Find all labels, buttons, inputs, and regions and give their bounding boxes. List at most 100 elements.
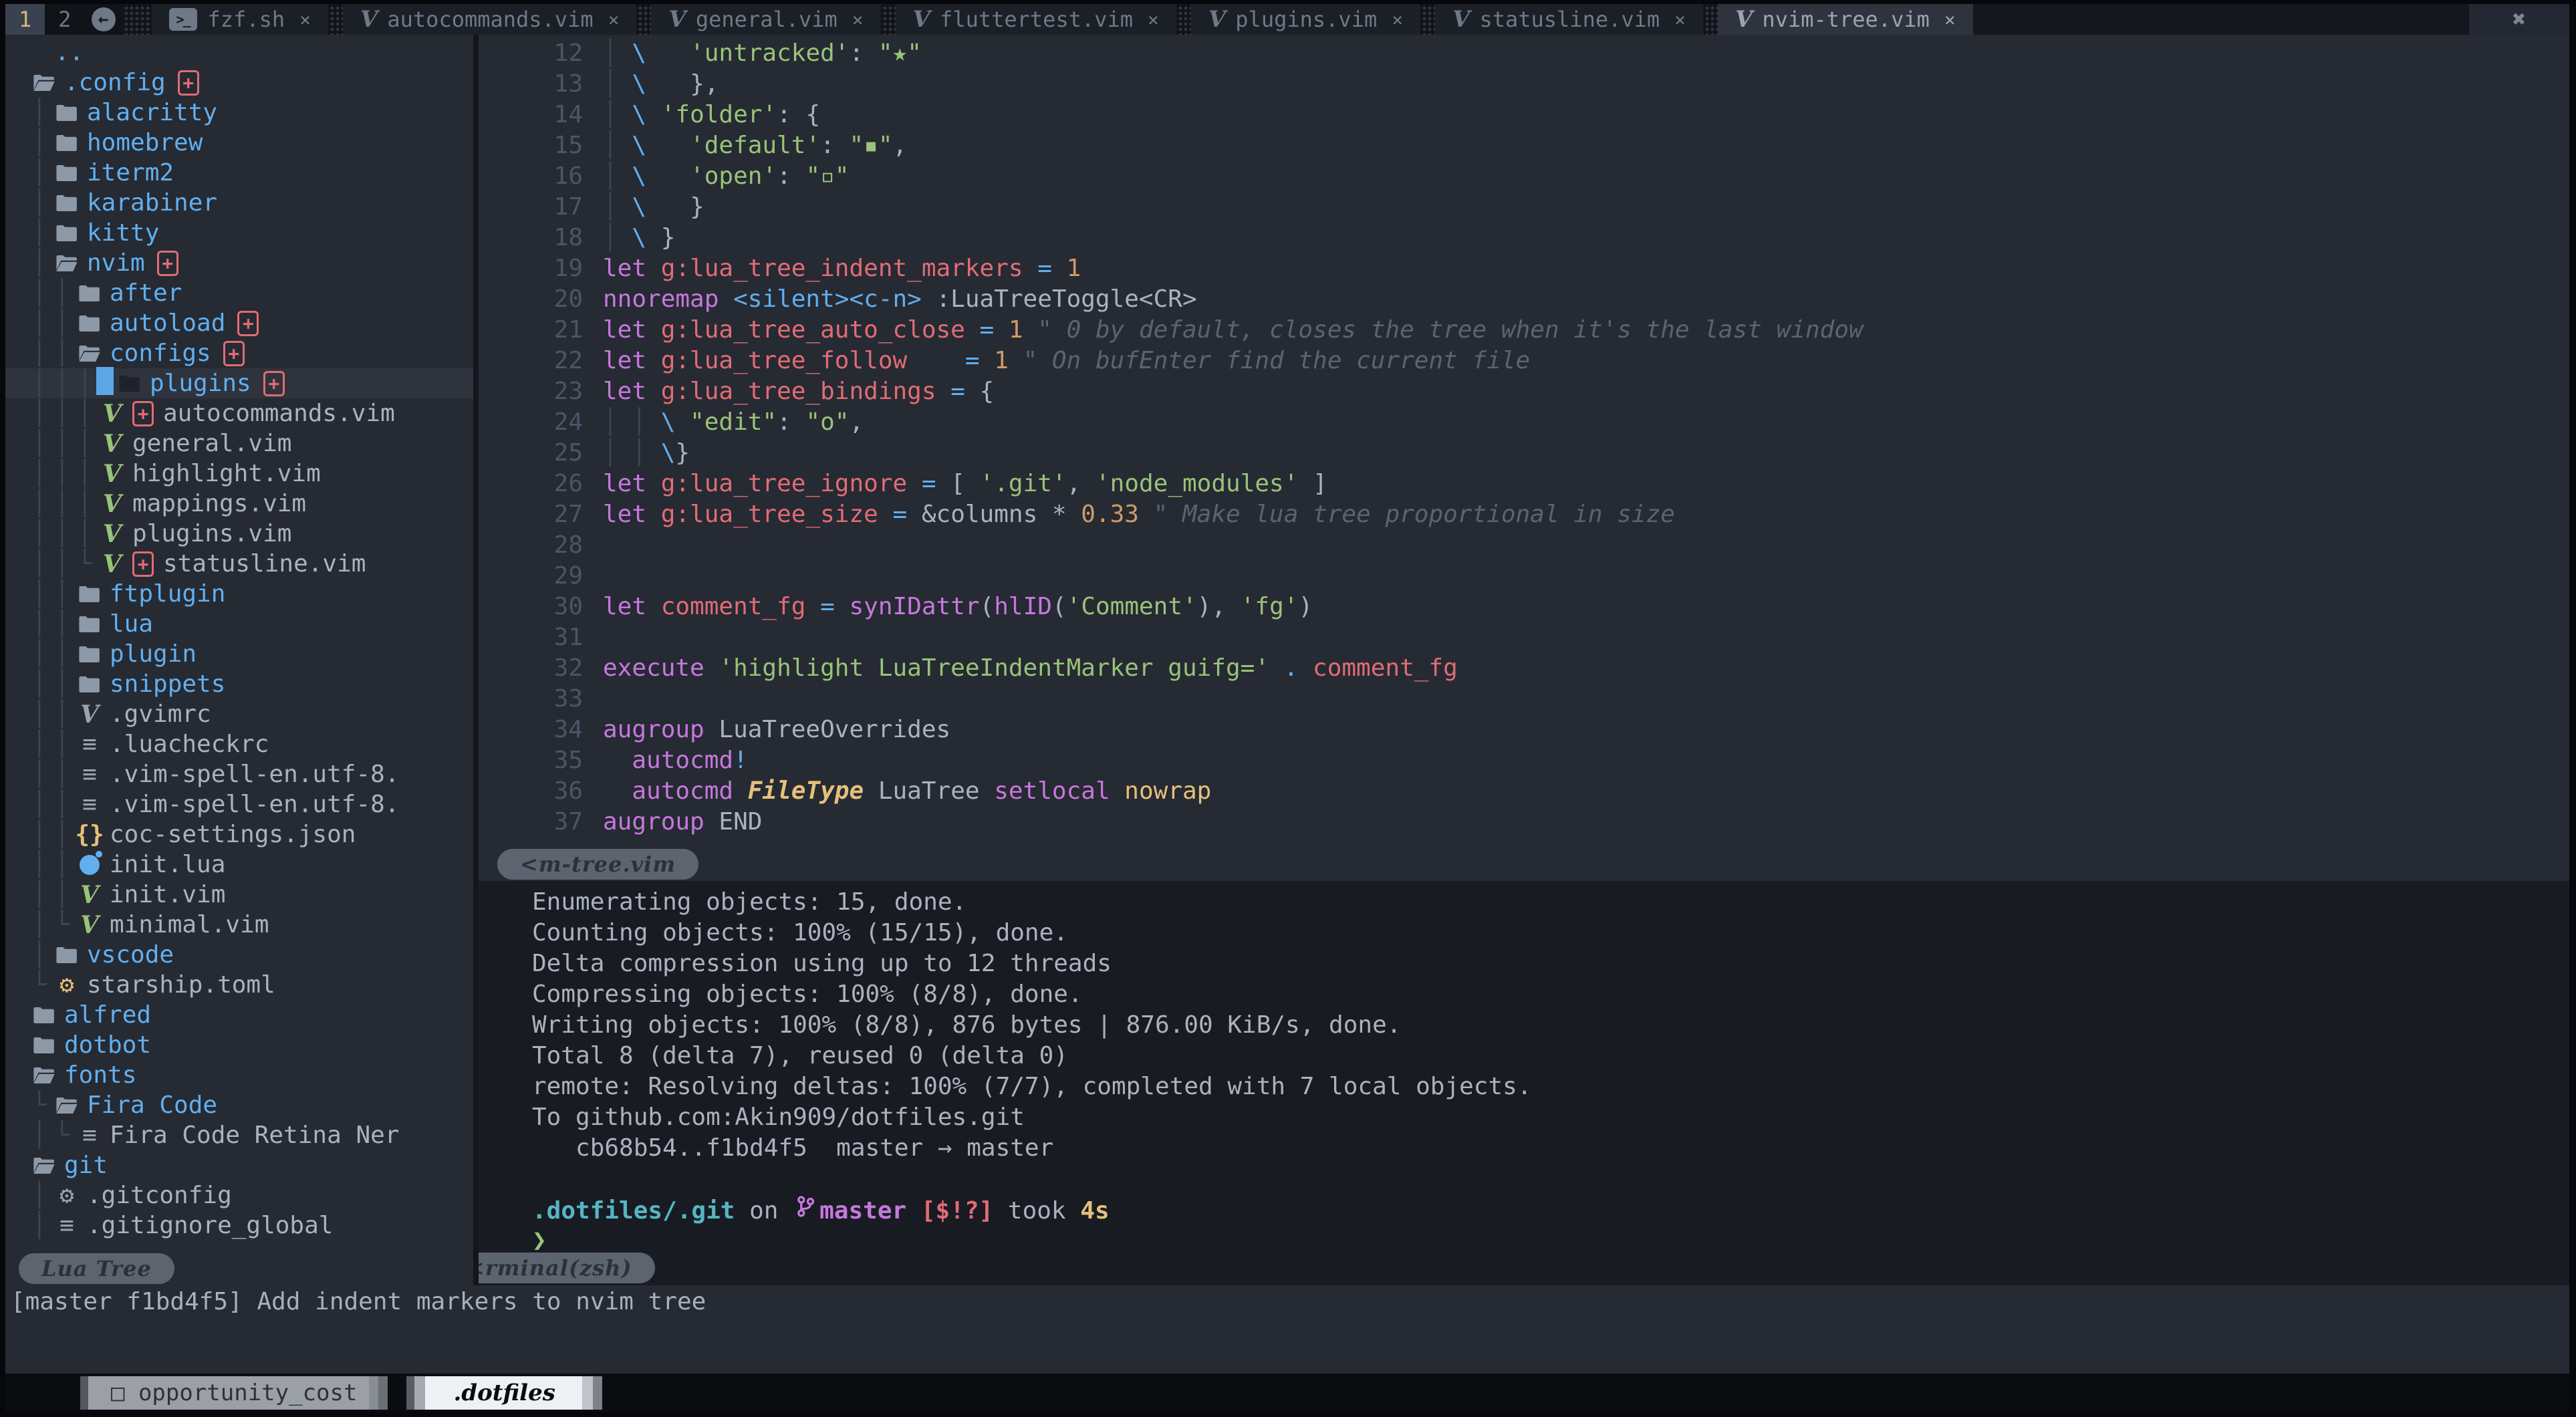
editor-line-29[interactable]: 29 — [479, 560, 2569, 591]
tab-fzf.sh[interactable]: >_fzf.sh× — [152, 4, 328, 35]
tree-row-git[interactable]: git — [5, 1150, 473, 1180]
tree-row-alacritty[interactable]: │alacritty — [5, 98, 473, 128]
tree-row-statusline.vim[interactable]: ││└V+statusline.vim — [5, 549, 473, 579]
tree-row-after[interactable]: ││after — [5, 278, 473, 308]
editor-line-18[interactable]: 18│ \ } — [479, 222, 2569, 253]
code-text: │ │ \ "edit": "o", — [603, 408, 864, 436]
editor-line-16[interactable]: 16│ \ 'open': "▫" — [479, 160, 2569, 191]
tree-row-autocommands.vim[interactable]: │││V+autocommands.vim — [5, 398, 473, 428]
terminal-text: ❯ — [532, 1227, 547, 1254]
tab-close-icon[interactable]: × — [1674, 9, 1686, 31]
editor-line-25[interactable]: 25│ │ \} — [479, 437, 2569, 468]
tree-row-..[interactable]: .. — [5, 37, 473, 68]
tree-row-Fira-Code-Retina-Ner[interactable]: │└≡Fira Code Retina Ner — [5, 1120, 473, 1150]
editor-line-36[interactable]: 36 autocmd FileType LuaTree setlocal now… — [479, 775, 2569, 806]
tree-row-karabiner[interactable]: │karabiner — [5, 188, 473, 218]
tree-row-.config[interactable]: .config+ — [5, 68, 473, 98]
editor-line-26[interactable]: 26let g:lua_tree_ignore = [ '.git', 'nod… — [479, 468, 2569, 499]
tmux-window-.dotfiles[interactable]: .dotfiles — [406, 1376, 602, 1410]
tree-row-autoload[interactable]: ││autoload+ — [5, 308, 473, 338]
editor-line-22[interactable]: 22let g:lua_tree_follow = 1 " On bufEnte… — [479, 345, 2569, 376]
tab-close-icon[interactable]: × — [1944, 9, 1956, 31]
editor-line-35[interactable]: 35 autocmd! — [479, 745, 2569, 775]
close-all-icon[interactable]: ✖ — [2469, 4, 2569, 35]
tree-row-init.lua[interactable]: ││init.lua — [5, 850, 473, 880]
tree-row-configs[interactable]: ││configs+ — [5, 338, 473, 368]
tab-plugins.vim[interactable]: Vplugins.vim× — [1191, 4, 1420, 35]
tree-row-snippets[interactable]: ││snippets — [5, 669, 473, 699]
tree-item-label: plugins — [150, 370, 251, 397]
editor-line-17[interactable]: 17│ \ } — [479, 191, 2569, 222]
folder-icon — [78, 283, 102, 303]
tree-row-general.vim[interactable]: │││Vgeneral.vim — [5, 428, 473, 459]
tab-close-icon[interactable]: × — [608, 9, 620, 31]
tree-item-label: starship.toml — [87, 971, 275, 999]
tree-row-kitty[interactable]: │kitty — [5, 218, 473, 248]
editor-line-32[interactable]: 32execute 'highlight LuaTreeIndentMarker… — [479, 652, 2569, 683]
folder-icon — [78, 644, 102, 664]
tmux-window-opportunity_cost[interactable]: □ opportunity_cost — [80, 1376, 388, 1410]
editor-line-12[interactable]: 12│ \ 'untracked': "★" — [479, 37, 2569, 68]
editor-line-34[interactable]: 34augroup LuaTreeOverrides — [479, 714, 2569, 745]
editor-line-31[interactable]: 31 — [479, 622, 2569, 652]
tab-nvim-tree.vim[interactable]: Vnvim-tree.vim× — [1718, 4, 1973, 35]
editor-line-21[interactable]: 21let g:lua_tree_auto_close = 1 " 0 by d… — [479, 314, 2569, 345]
tmux-pane-index-1[interactable]: 1 — [5, 4, 45, 35]
editor-line-20[interactable]: 20nnoremap <silent><c-n> :LuaTreeToggle<… — [479, 283, 2569, 314]
tree-row-.gvimrc[interactable]: ││V.gvimrc — [5, 699, 473, 729]
back-arrow-icon[interactable]: ← — [92, 7, 116, 31]
editor-line-15[interactable]: 15│ \ 'default': "▪", — [479, 130, 2569, 160]
tab-statusline.vim[interactable]: Vstatusline.vim× — [1435, 4, 1703, 35]
tab-fluttertest.vim[interactable]: Vfluttertest.vim× — [896, 4, 1176, 35]
editor-line-27[interactable]: 27let g:lua_tree_size = &columns * 0.33 … — [479, 499, 2569, 529]
tab-close-icon[interactable]: × — [852, 9, 864, 31]
tree-row-init.vim[interactable]: ││Vinit.vim — [5, 880, 473, 910]
editor-line-14[interactable]: 14│ \ 'folder': { — [479, 99, 2569, 130]
tree-row-iterm2[interactable]: │iterm2 — [5, 158, 473, 188]
tree-row-.gitconfig[interactable]: │⚙.gitconfig — [5, 1180, 473, 1210]
editor-line-23[interactable]: 23let g:lua_tree_bindings = { — [479, 376, 2569, 406]
tree-row-.luacheckrc[interactable]: ││≡.luacheckrc — [5, 729, 473, 759]
tree-row-coc-settings.json[interactable]: ││{}coc-settings.json — [5, 819, 473, 850]
tree-row-vscode[interactable]: │vscode — [5, 940, 473, 970]
tree-row-dotbot[interactable]: dotbot — [5, 1030, 473, 1060]
tree-item-label: general.vim — [132, 430, 291, 457]
tree-row-homebrew[interactable]: │homebrew — [5, 128, 473, 158]
editor-line-33[interactable]: 33 — [479, 683, 2569, 714]
editor-line-13[interactable]: 13│ \ }, — [479, 68, 2569, 99]
tab-close-icon[interactable]: × — [1148, 9, 1159, 31]
tree-row-nvim[interactable]: │nvim+ — [5, 248, 473, 278]
tree-row-mappings.vim[interactable]: │││Vmappings.vim — [5, 489, 473, 519]
indent-guide: │ — [32, 670, 55, 698]
tree-row-fonts[interactable]: fonts — [5, 1060, 473, 1090]
tree-row-plugin[interactable]: ││plugin — [5, 639, 473, 669]
code-text: nnoremap <silent><c-n> :LuaTreeToggle<CR… — [603, 285, 1197, 313]
tree-row-highlight.vim[interactable]: │││Vhighlight.vim — [5, 459, 473, 489]
tab-window-indices: 12 — [5, 4, 85, 35]
tree-row-lua[interactable]: ││lua — [5, 609, 473, 639]
editor-line-28[interactable]: 28 — [479, 529, 2569, 560]
tree-row-.vim-spell-en.utf-8.[interactable]: ││≡.vim-spell-en.utf-8. — [5, 759, 473, 789]
tab-general.vim[interactable]: Vgeneral.vim× — [651, 4, 880, 35]
tree-row-.gitignore-global[interactable]: │≡.gitignore_global — [5, 1210, 473, 1241]
editor-line-37[interactable]: 37augroup END — [479, 806, 2569, 837]
line-number: 27 — [479, 501, 603, 528]
folder-icon — [78, 313, 102, 334]
tab-autocommands.vim[interactable]: Vautocommands.vim× — [343, 4, 637, 35]
terminal-pane[interactable]: Enumerating objects: 15, done.Counting o… — [479, 881, 2569, 1285]
tree-row-plugins.vim[interactable]: │││Vplugins.vim — [5, 519, 473, 549]
tree-row-alfred[interactable]: alfred — [5, 1000, 473, 1030]
tree-row-Fira-Code[interactable]: └Fira Code — [5, 1090, 473, 1120]
tab-close-icon[interactable]: × — [299, 9, 311, 31]
tree-row-starship.toml[interactable]: └⚙starship.toml — [5, 970, 473, 1000]
editor-line-30[interactable]: 30let comment_fg = synIDattr(hlID('Comme… — [479, 591, 2569, 622]
tab-close-icon[interactable]: × — [1392, 9, 1403, 31]
editor-line-24[interactable]: 24│ │ \ "edit": "o", — [479, 406, 2569, 437]
tree-row-.vim-spell-en.utf-8.[interactable]: ││≡.vim-spell-en.utf-8. — [5, 789, 473, 819]
tree-row-ftplugin[interactable]: ││ftplugin — [5, 579, 473, 609]
tree-row-plugins[interactable]: │││plugins+ — [5, 368, 473, 398]
pane-divider[interactable] — [473, 35, 479, 1285]
editor-line-19[interactable]: 19let g:lua_tree_indent_markers = 1 — [479, 253, 2569, 283]
tree-row-minimal.vim[interactable]: │└Vminimal.vim — [5, 910, 473, 940]
tmux-pane-index-2[interactable]: 2 — [45, 4, 84, 35]
